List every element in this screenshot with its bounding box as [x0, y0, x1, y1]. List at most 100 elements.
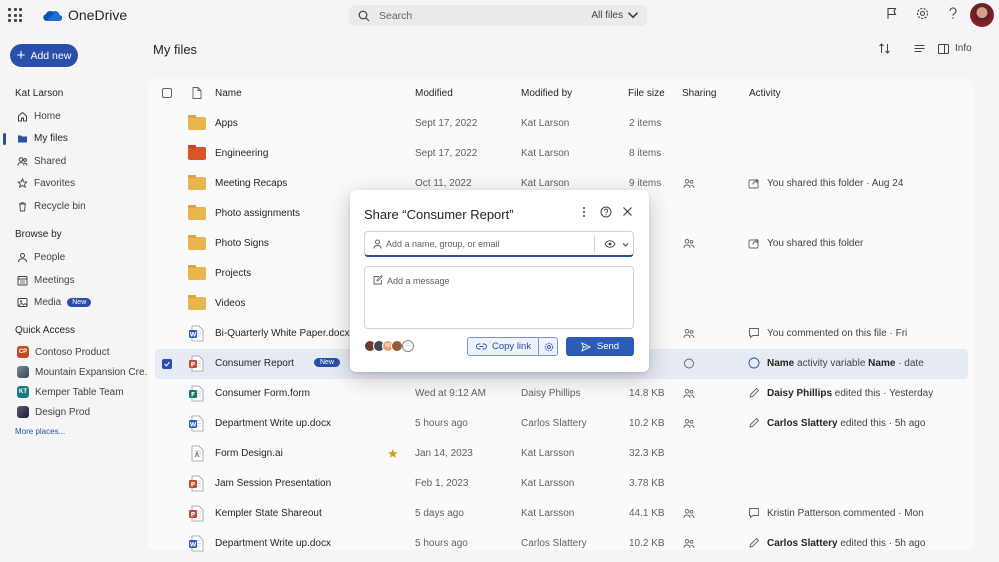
- file-row[interactable]: Form Design.ai ★ Jan 14, 2023 Kat Larsson 32…: [155, 439, 968, 469]
- permission-dropdown[interactable]: [594, 236, 629, 252]
- file-row[interactable]: F Consumer Form.form Wed at 9:12 AM Daisy P…: [155, 379, 968, 409]
- copy-link-button[interactable]: Copy link: [467, 337, 558, 356]
- file-name[interactable]: Engineering: [215, 148, 268, 159]
- new-badge: New: [314, 358, 341, 367]
- shared-with-avatars[interactable]: MI ···: [364, 340, 414, 352]
- modified-by: Kat Larson: [521, 148, 570, 159]
- quick-access-item[interactable]: Design Prod: [17, 405, 90, 419]
- send-button[interactable]: Send: [566, 337, 634, 356]
- recipient-field[interactable]: [364, 231, 634, 257]
- share-icon: [748, 237, 760, 249]
- more-people-icon[interactable]: ···: [402, 340, 414, 352]
- file-row[interactable]: Engineering Sept 17, 2022 Kat Larson 8 item…: [155, 139, 968, 169]
- file-name[interactable]: Photo assignments: [215, 208, 300, 219]
- file-name[interactable]: Meeting Recaps: [215, 178, 287, 189]
- nav-my-files[interactable]: My files: [17, 131, 68, 145]
- column-header-modified[interactable]: Modified: [415, 88, 453, 99]
- activity-text: Carlos Slattery edited this · 5h ago: [748, 417, 925, 429]
- folder-icon: [188, 145, 206, 160]
- more-places-link[interactable]: More places...: [15, 427, 65, 436]
- top-bar: OneDrive All files: [0, 0, 999, 32]
- quick-access-heading: Quick Access: [15, 325, 76, 336]
- nav-meetings[interactable]: Meetings: [17, 273, 75, 287]
- file-row[interactable]: W Department Write up.docx 5 hours ago Carl…: [155, 529, 968, 559]
- file-name[interactable]: Department Write up.docx: [215, 538, 331, 549]
- select-all-checkbox[interactable]: [162, 88, 172, 98]
- search-input[interactable]: [379, 9, 579, 22]
- folder-icon: [188, 175, 206, 190]
- word-document-icon: W: [189, 535, 204, 552]
- help-icon[interactable]: [948, 7, 958, 20]
- activity-actor: Name: [767, 357, 795, 369]
- nav-shared[interactable]: Shared: [17, 154, 66, 168]
- file-size: 8 items: [629, 148, 662, 159]
- illustrator-file-icon: [191, 445, 204, 462]
- activity-text: You shared this folder: [748, 237, 863, 249]
- sort-icon[interactable]: [878, 42, 891, 55]
- column-header-modified-by[interactable]: Modified by: [521, 88, 572, 99]
- file-name[interactable]: Consumer Report: [215, 358, 294, 369]
- comment-icon: [748, 507, 760, 519]
- file-size: 44.1 KB: [629, 508, 665, 519]
- row-checkbox[interactable]: [162, 359, 172, 369]
- folder-icon: [188, 205, 206, 220]
- more-options-icon[interactable]: [582, 206, 586, 218]
- file-name[interactable]: Form Design.ai: [215, 448, 283, 459]
- file-name[interactable]: Bi-Quarterly White Paper.docx: [215, 328, 350, 339]
- column-header-sharing[interactable]: Sharing: [682, 88, 716, 99]
- file-row[interactable]: Apps Sept 17, 2022 Kat Larson 2 items: [155, 109, 968, 139]
- quick-access-item[interactable]: Mountain Expansion Cre...: [17, 365, 153, 379]
- brand[interactable]: OneDrive: [42, 7, 127, 23]
- file-name[interactable]: Photo Signs: [215, 238, 269, 249]
- file-row[interactable]: W Department Write up.docx 5 hours ago Carl…: [155, 409, 968, 439]
- file-size: 14.8 KB: [629, 388, 665, 399]
- nav-home[interactable]: Home: [17, 109, 61, 123]
- file-row[interactable]: P Kempler State Shareout 5 days ago Kat Lar…: [155, 499, 968, 529]
- settings-gear-icon[interactable]: [916, 7, 929, 20]
- search-scope-dropdown[interactable]: All files: [591, 9, 639, 21]
- message-field[interactable]: Add a message: [364, 266, 634, 329]
- app-launcher-icon[interactable]: [8, 8, 22, 22]
- info-pane-icon: [938, 43, 949, 54]
- help-icon[interactable]: [600, 206, 612, 218]
- close-icon[interactable]: [622, 206, 633, 217]
- nav-people[interactable]: People: [17, 250, 65, 264]
- column-header-file-size[interactable]: File size: [628, 88, 665, 99]
- status-circle-icon: [684, 358, 694, 369]
- user-avatar[interactable]: [970, 3, 994, 27]
- nav-recycle-bin[interactable]: Recycle bin: [17, 199, 86, 213]
- file-name[interactable]: Department Write up.docx: [215, 418, 331, 429]
- file-name[interactable]: Kempler State Shareout: [215, 508, 322, 519]
- file-name[interactable]: Projects: [215, 268, 251, 279]
- folder-icon: [188, 235, 206, 250]
- search-box[interactable]: All files: [349, 5, 647, 26]
- info-button[interactable]: Info: [938, 43, 972, 54]
- column-header-name[interactable]: Name: [215, 88, 242, 99]
- link-settings-button[interactable]: [538, 338, 558, 355]
- column-header-activity[interactable]: Activity: [749, 88, 781, 99]
- message-placeholder: Add a message: [387, 276, 450, 286]
- activity-content: Carlos Slattery edited this · 5h ago: [767, 418, 925, 429]
- recipient-input[interactable]: [386, 238, 586, 249]
- modified-date: Sept 17, 2022: [415, 148, 478, 159]
- activity-detail: Kristin Patterson commented · Mon: [767, 507, 924, 519]
- flag-icon[interactable]: [886, 7, 898, 20]
- shared-people-icon: [683, 539, 695, 549]
- favorite-star-icon[interactable]: ★: [387, 446, 399, 462]
- quick-access-item[interactable]: CP Contoso Product: [17, 345, 110, 359]
- nav-favorites[interactable]: Favorites: [17, 176, 75, 190]
- powerpoint-icon: P: [189, 355, 204, 372]
- file-name[interactable]: Consumer Form.form: [215, 388, 310, 399]
- file-name[interactable]: Jam Session Presentation: [215, 478, 331, 489]
- view-options-icon[interactable]: [913, 42, 926, 55]
- modified-by: Kat Larson: [521, 118, 570, 129]
- file-row[interactable]: P Jam Session Presentation Feb 1, 2023 Kat …: [155, 469, 968, 499]
- nav-media[interactable]: Media New: [17, 295, 92, 309]
- modified-by: Kat Larson: [521, 178, 570, 189]
- quick-access-item[interactable]: KT Kemper Table Team: [17, 385, 124, 399]
- trash-icon: [19, 201, 26, 211]
- info-label: Info: [955, 43, 972, 54]
- file-name[interactable]: Videos: [215, 298, 245, 309]
- file-name[interactable]: Apps: [215, 118, 238, 129]
- add-new-button[interactable]: + Add new: [10, 44, 78, 67]
